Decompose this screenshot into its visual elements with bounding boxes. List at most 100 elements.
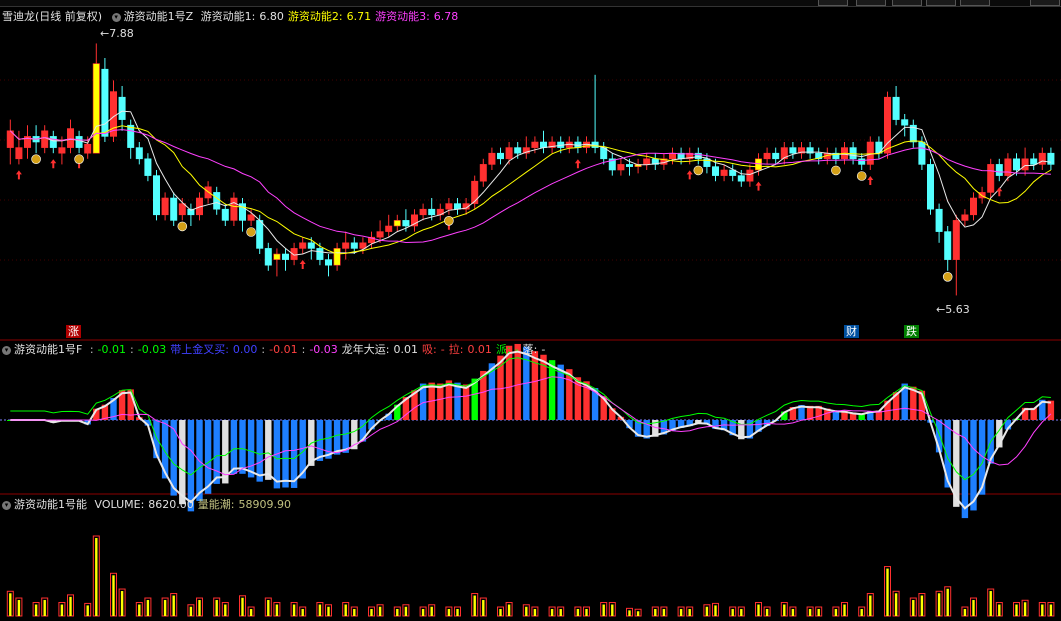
candle-body xyxy=(711,166,719,176)
toolbar-button[interactable] xyxy=(856,0,886,6)
candle-body xyxy=(135,147,143,160)
candle-body xyxy=(944,231,952,260)
candle-body xyxy=(290,248,298,260)
candle-body xyxy=(221,208,229,221)
volume-bar-inner xyxy=(430,606,433,616)
candle-body xyxy=(514,147,522,154)
volume-bar-inner xyxy=(602,604,605,616)
indicator-field-label: 游资动能3: xyxy=(375,10,430,23)
toolbar-button[interactable] xyxy=(818,0,848,6)
indicator-item: -0.01 xyxy=(97,343,127,356)
candle-body xyxy=(875,141,883,154)
indicator-field-value: 58909.90 xyxy=(238,498,292,511)
indicator-item: - xyxy=(514,343,519,356)
volume-bar-inner xyxy=(654,609,657,616)
candle-body xyxy=(926,164,934,210)
volume-bar-inner xyxy=(370,609,373,616)
volume-bar-inner xyxy=(757,604,760,616)
volume-bar-inner xyxy=(507,604,511,616)
volume-bar-inner xyxy=(576,609,580,616)
indicator-item: 0.00 xyxy=(232,343,258,356)
indicator-item: 落: xyxy=(522,343,538,356)
ma-line-1 xyxy=(9,110,1051,256)
candle-body xyxy=(987,164,995,193)
panel3-header: ▾ 游资动能1号能 VOLUME: 8620.00 量能潮: 58909.90 xyxy=(2,498,291,511)
candle-body xyxy=(67,128,75,148)
histogram-bar xyxy=(265,420,272,480)
candle-body xyxy=(617,164,625,171)
candle-body xyxy=(75,136,83,148)
candle-body xyxy=(625,164,633,167)
volume-bar-inner xyxy=(43,600,46,616)
panel-toggle-icon[interactable]: ▾ xyxy=(111,12,121,22)
toolbar-button[interactable] xyxy=(926,0,956,6)
indicator-field-value: 6.71 xyxy=(346,10,372,23)
candle-body xyxy=(1021,158,1029,171)
volume-bar-inner xyxy=(318,604,322,616)
volume-bar-inner xyxy=(808,609,812,616)
candle-body xyxy=(101,68,109,137)
indicator-item: -0.03 xyxy=(309,343,338,356)
chart-stage[interactable] xyxy=(0,0,1061,618)
top-toolbar xyxy=(0,0,1061,7)
candle-body xyxy=(178,203,186,216)
panel-toggle-icon[interactable]: ▾ xyxy=(2,345,11,355)
up-arrow-icon xyxy=(686,170,693,180)
volume-bar-inner xyxy=(525,606,528,616)
volume-bar-inner xyxy=(998,604,1001,616)
volume-bar-inner xyxy=(834,609,838,616)
chart-svg[interactable] xyxy=(0,0,1061,618)
volume-bar-inner xyxy=(95,538,98,616)
candle-body xyxy=(350,242,358,249)
volume-bar-inner xyxy=(731,609,734,616)
volume-bar-inner xyxy=(533,609,537,616)
toolbar-button[interactable] xyxy=(892,0,922,6)
candle-body xyxy=(419,208,427,216)
volume-bar-inner xyxy=(189,606,193,616)
indicator-item: 带上金叉买: xyxy=(170,343,229,356)
ma-line-2 xyxy=(9,125,1052,255)
candle-body xyxy=(901,119,909,126)
indicator-name[interactable]: 游资动能1号能 xyxy=(14,498,87,511)
money-bag-icon xyxy=(31,154,41,164)
histogram-bar xyxy=(256,420,263,482)
volume-bar-inner xyxy=(9,593,12,616)
panel-toggle-icon[interactable]: ▾ xyxy=(2,500,11,510)
money-bag-icon xyxy=(74,154,84,164)
toolbar-button[interactable] xyxy=(1030,0,1060,6)
volume-bar-inner xyxy=(611,604,614,616)
volume-bar-inner xyxy=(550,609,554,616)
volume-bar-inner xyxy=(783,604,786,616)
volume-bar-inner xyxy=(69,596,72,616)
volume-bar-inner xyxy=(894,593,898,616)
toolbar-button[interactable] xyxy=(960,0,990,6)
histogram-bar xyxy=(445,380,453,420)
volume-bar-inner xyxy=(447,609,451,616)
up-arrow-icon xyxy=(50,159,57,169)
candle-body xyxy=(161,197,169,216)
candle-body xyxy=(720,169,728,176)
indicator-name[interactable]: 游资动能1号Z xyxy=(124,10,194,23)
volume-bar-inner xyxy=(327,606,330,616)
volume-bar-inner xyxy=(1041,604,1044,616)
volume-bar-inner xyxy=(817,609,820,616)
signal-tag-die: 跌 xyxy=(904,325,919,338)
indicator-item: : xyxy=(261,343,266,356)
histogram-bar xyxy=(239,420,246,474)
candle-body xyxy=(41,130,49,148)
signal-tag-zhang: 涨 xyxy=(66,325,81,338)
indicator-item: : xyxy=(130,343,134,356)
candle-body xyxy=(961,214,969,221)
volume-bar-inner xyxy=(241,597,244,616)
candle-body xyxy=(453,203,461,210)
indicator-field-label: 游资动能2: xyxy=(287,10,343,23)
volume-bar-inner xyxy=(499,609,502,616)
histogram-bar xyxy=(179,420,186,505)
indicator-name[interactable]: 游资动能1号F xyxy=(14,343,82,356)
volume-bar-inner xyxy=(146,600,150,616)
candle-body xyxy=(316,248,324,260)
candle-body xyxy=(15,147,23,160)
candle-body xyxy=(952,220,960,260)
histogram-bar xyxy=(437,383,444,420)
volume-bar-inner xyxy=(912,600,915,616)
